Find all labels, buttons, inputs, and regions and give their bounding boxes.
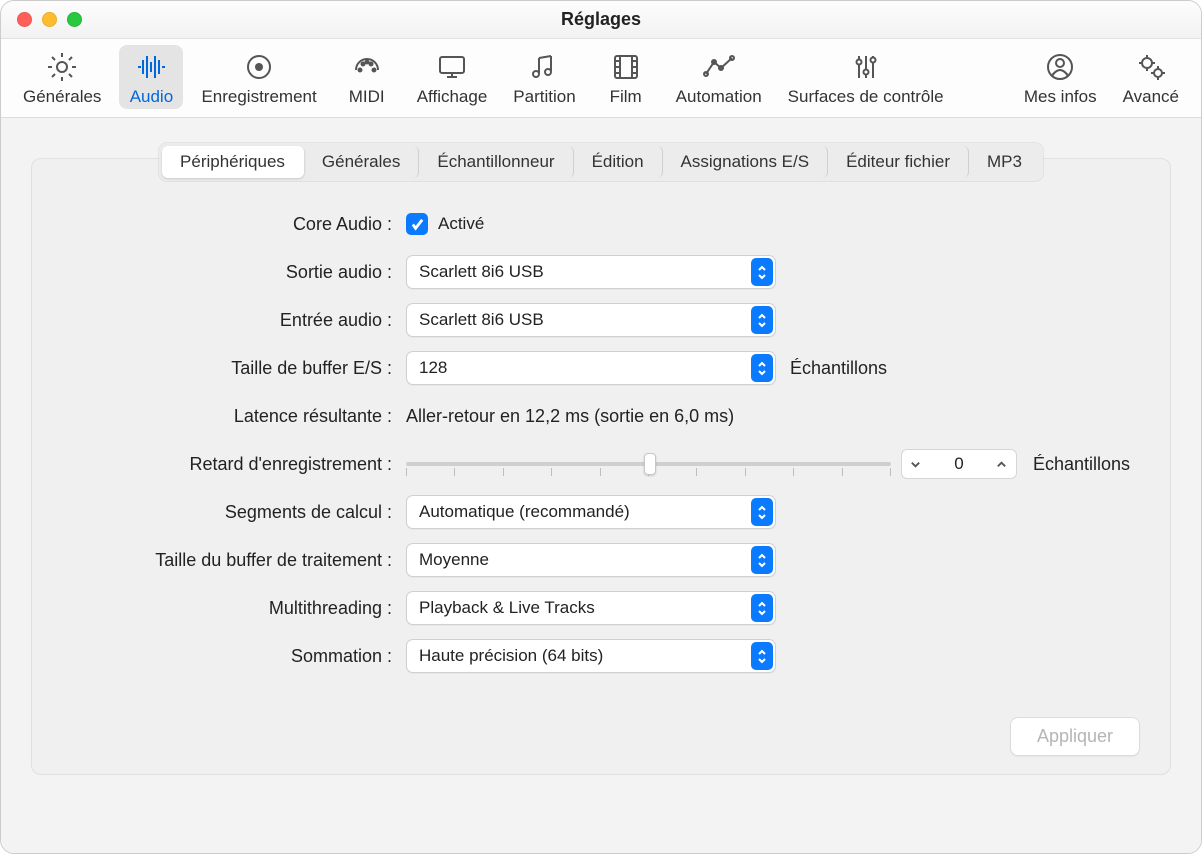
window-title: Réglages	[1, 9, 1201, 30]
processing-threads-label: Segments de calcul :	[72, 502, 392, 523]
toolbar-tab-label: Générales	[23, 87, 101, 107]
multithreading-label: Multithreading :	[72, 598, 392, 619]
midi-icon	[349, 49, 385, 85]
toolbar-tab-midi[interactable]: MIDI	[335, 45, 399, 109]
subtab-devices[interactable]: Périphériques	[162, 146, 304, 178]
recording-delay-value[interactable]: 0	[930, 454, 988, 474]
popup-arrows-icon	[751, 258, 773, 286]
notes-icon	[526, 49, 562, 85]
latency-label: Latence résultante :	[72, 406, 392, 427]
titlebar: Réglages	[1, 1, 1201, 39]
input-label: Entrée audio :	[72, 310, 392, 331]
io-buffer-label: Taille de buffer E/S :	[72, 358, 392, 379]
toolbar-tab-label: Automation	[676, 87, 762, 107]
panel: Périphériques Générales Échantillonneur …	[31, 158, 1171, 775]
recording-delay-slider[interactable]	[406, 449, 891, 479]
popup-arrows-icon	[751, 642, 773, 670]
record-icon	[241, 49, 277, 85]
toolbar-tab-label: Surfaces de contrôle	[788, 87, 944, 107]
multithreading-popup[interactable]: Playback & Live Tracks	[406, 591, 776, 625]
output-device-value: Scarlett 8i6 USB	[419, 262, 544, 282]
summing-label: Sommation :	[72, 646, 392, 667]
gears-icon	[1133, 49, 1169, 85]
settings-window: Réglages Générales Audio Enregistrement	[0, 0, 1202, 854]
io-buffer-value: 128	[419, 358, 447, 378]
toolbar-tab-label: MIDI	[349, 87, 385, 107]
popup-arrows-icon	[751, 546, 773, 574]
slider-thumb[interactable]	[644, 453, 656, 475]
toolbar-tab-label: Film	[610, 87, 642, 107]
io-buffer-suffix: Échantillons	[790, 358, 1130, 379]
subtab-mp3[interactable]: MP3	[969, 146, 1040, 178]
toolbar-tab-label: Audio	[130, 87, 173, 107]
recording-delay-label: Retard d'enregistrement :	[72, 454, 392, 475]
toolbar-tab-label: Affichage	[417, 87, 488, 107]
subtab-general[interactable]: Générales	[304, 146, 419, 178]
subtab-sampler[interactable]: Échantillonneur	[419, 146, 573, 178]
film-icon	[608, 49, 644, 85]
recording-delay-stepper: 0	[901, 449, 1017, 479]
subtab-io-assignments[interactable]: Assignations E/S	[663, 146, 829, 178]
processing-threads-value: Automatique (recommandé)	[419, 502, 630, 522]
toolbar-tab-my-info[interactable]: Mes infos	[1016, 45, 1105, 109]
output-label: Sortie audio :	[72, 262, 392, 283]
core-audio-label: Core Audio :	[72, 214, 392, 235]
popup-arrows-icon	[751, 594, 773, 622]
recording-delay-suffix: Échantillons	[1033, 454, 1130, 475]
subtab-editing[interactable]: Édition	[574, 146, 663, 178]
toolbar-tab-advanced[interactable]: Avancé	[1115, 45, 1187, 109]
process-buffer-label: Taille du buffer de traitement :	[72, 550, 392, 571]
toolbar-tab-display[interactable]: Affichage	[409, 45, 496, 109]
io-buffer-popup[interactable]: 128	[406, 351, 776, 385]
waveform-icon	[133, 49, 169, 85]
user-icon	[1042, 49, 1078, 85]
toolbar-tab-movie[interactable]: Film	[594, 45, 658, 109]
toolbar-tab-control-surfaces[interactable]: Surfaces de contrôle	[780, 45, 952, 109]
toolbar-tab-automation[interactable]: Automation	[668, 45, 770, 109]
stepper-down-button[interactable]	[902, 450, 930, 478]
input-device-popup[interactable]: Scarlett 8i6 USB	[406, 303, 776, 337]
popup-arrows-icon	[751, 498, 773, 526]
latency-value: Aller-retour en 12,2 ms (sortie en 6,0 m…	[406, 406, 1130, 427]
toolbar-tab-record[interactable]: Enregistrement	[193, 45, 324, 109]
output-device-popup[interactable]: Scarlett 8i6 USB	[406, 255, 776, 289]
content-area: Périphériques Générales Échantillonneur …	[1, 118, 1201, 853]
automation-icon	[701, 49, 737, 85]
subtab-bar: Périphériques Générales Échantillonneur …	[159, 143, 1043, 181]
toolbar-tab-label: Mes infos	[1024, 87, 1097, 107]
toolbar-tab-label: Avancé	[1123, 87, 1179, 107]
gear-icon	[44, 49, 80, 85]
processing-threads-popup[interactable]: Automatique (recommandé)	[406, 495, 776, 529]
toolbar-tab-general[interactable]: Générales	[15, 45, 109, 109]
process-buffer-popup[interactable]: Moyenne	[406, 543, 776, 577]
toolbar-tab-label: Enregistrement	[201, 87, 316, 107]
apply-button[interactable]: Appliquer	[1010, 717, 1140, 756]
stepper-up-button[interactable]	[988, 450, 1016, 478]
popup-arrows-icon	[751, 354, 773, 382]
core-audio-check-label: Activé	[438, 214, 484, 234]
summing-value: Haute précision (64 bits)	[419, 646, 603, 666]
process-buffer-value: Moyenne	[419, 550, 489, 570]
toolbar-tab-score[interactable]: Partition	[505, 45, 583, 109]
footer: Appliquer	[32, 697, 1170, 756]
multithreading-value: Playback & Live Tracks	[419, 598, 595, 618]
summing-popup[interactable]: Haute précision (64 bits)	[406, 639, 776, 673]
form: Core Audio : Activé Sortie audio : Scarl…	[32, 197, 1170, 697]
display-icon	[434, 49, 470, 85]
input-device-value: Scarlett 8i6 USB	[419, 310, 544, 330]
toolbar-tab-label: Partition	[513, 87, 575, 107]
toolbar-tab-audio[interactable]: Audio	[119, 45, 183, 109]
preferences-toolbar: Générales Audio Enregistrement MIDI Affi…	[1, 39, 1201, 118]
core-audio-checkbox[interactable]	[406, 213, 428, 235]
sliders-icon	[848, 49, 884, 85]
subtab-file-editor[interactable]: Éditeur fichier	[828, 146, 969, 178]
popup-arrows-icon	[751, 306, 773, 334]
